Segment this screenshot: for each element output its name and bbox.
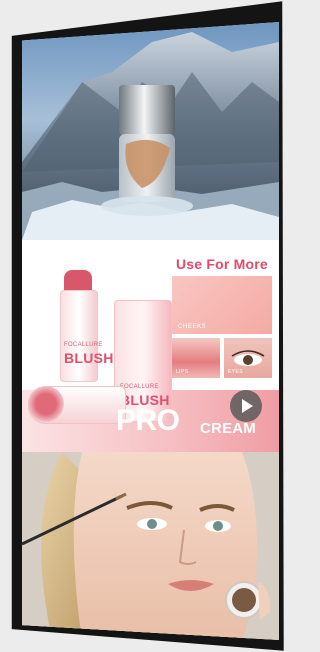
cheeks-label: CHEEKS bbox=[178, 324, 207, 330]
ice-mountain-scene bbox=[22, 32, 279, 240]
cheeks-swatch: CHEEKS bbox=[172, 276, 272, 334]
display-screen: Use For More CHEEKS LIPS EYES FOCALLURE … bbox=[22, 22, 279, 640]
model-portrait bbox=[22, 452, 279, 640]
tagline-pro: PRO bbox=[116, 404, 180, 437]
brand-name-label: FOCALLURE bbox=[64, 342, 103, 348]
tagline-cream: CREAM bbox=[200, 420, 256, 437]
brand-name-label-tall: FOCALLURE bbox=[120, 384, 159, 390]
product-name-label: BLUSH bbox=[64, 350, 114, 366]
model-panel bbox=[22, 452, 279, 640]
eyes-thumbnail: EYES bbox=[224, 338, 272, 378]
headline-use-for-more: Use For More bbox=[176, 256, 268, 272]
eyes-label: EYES bbox=[228, 369, 243, 375]
lips-thumbnail: LIPS bbox=[172, 338, 220, 378]
lips-label: LIPS bbox=[176, 369, 189, 375]
ice-product-panel bbox=[22, 22, 279, 240]
play-button[interactable] bbox=[230, 390, 262, 422]
blush-product-panel: Use For More CHEEKS LIPS EYES FOCALLURE … bbox=[22, 240, 279, 452]
